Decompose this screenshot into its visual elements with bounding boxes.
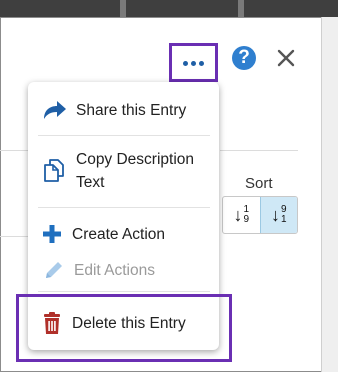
top-bar-divider [238, 0, 244, 17]
background-divider [0, 236, 30, 237]
help-button[interactable]: ? [232, 46, 256, 70]
sort-descending-icon: ↓ 9 1 [270, 204, 287, 225]
sort-ascending-icon: ↓ 1 9 [233, 204, 250, 225]
menu-item-label: Create Action [72, 225, 166, 243]
top-bar-divider [120, 0, 126, 17]
menu-item-edit-actions: Edit Actions [41, 257, 216, 283]
help-circle-icon: ? [238, 47, 250, 68]
close-icon [277, 49, 295, 67]
menu-divider [38, 207, 210, 208]
menu-item-delete-entry[interactable]: Delete this Entry [39, 310, 216, 336]
menu-divider [38, 291, 210, 292]
menu-item-label: Delete this Entry [72, 314, 186, 332]
plus-icon [39, 221, 65, 247]
menu-item-label: Edit Actions [74, 261, 155, 279]
trash-icon [39, 310, 65, 336]
close-button[interactable] [275, 47, 297, 69]
menu-item-label: Share this Entry [76, 101, 187, 119]
menu-item-copy-description[interactable]: Copy Description Text [41, 148, 216, 198]
more-options-menu: Share this Entry Copy Description Text C… [28, 82, 219, 350]
pencil-icon [41, 257, 67, 283]
copy-icon [41, 157, 67, 183]
sort-ascending-button[interactable]: ↓ 1 9 [223, 197, 260, 233]
window-top-bar [0, 0, 338, 17]
sort-descending-button[interactable]: ↓ 9 1 [259, 197, 297, 233]
sort-label: Sort [245, 175, 273, 192]
menu-item-share[interactable]: Share this Entry [41, 95, 216, 125]
ellipsis-icon [190, 60, 196, 66]
menu-item-label: Copy Description [76, 151, 195, 168]
menu-item-label-line2: Text [76, 174, 105, 191]
scrollbar-track[interactable] [321, 17, 338, 372]
background-divider [0, 150, 30, 151]
share-icon [41, 97, 67, 123]
ellipsis-icon [198, 60, 204, 66]
more-options-button[interactable] [180, 55, 206, 71]
more-options-highlight [169, 43, 218, 82]
background-divider [220, 150, 298, 151]
ellipsis-icon [182, 60, 188, 66]
menu-item-create-action[interactable]: Create Action [39, 221, 216, 247]
menu-divider [38, 135, 210, 136]
sort-toggle-group: ↓ 1 9 ↓ 9 1 [222, 196, 298, 234]
